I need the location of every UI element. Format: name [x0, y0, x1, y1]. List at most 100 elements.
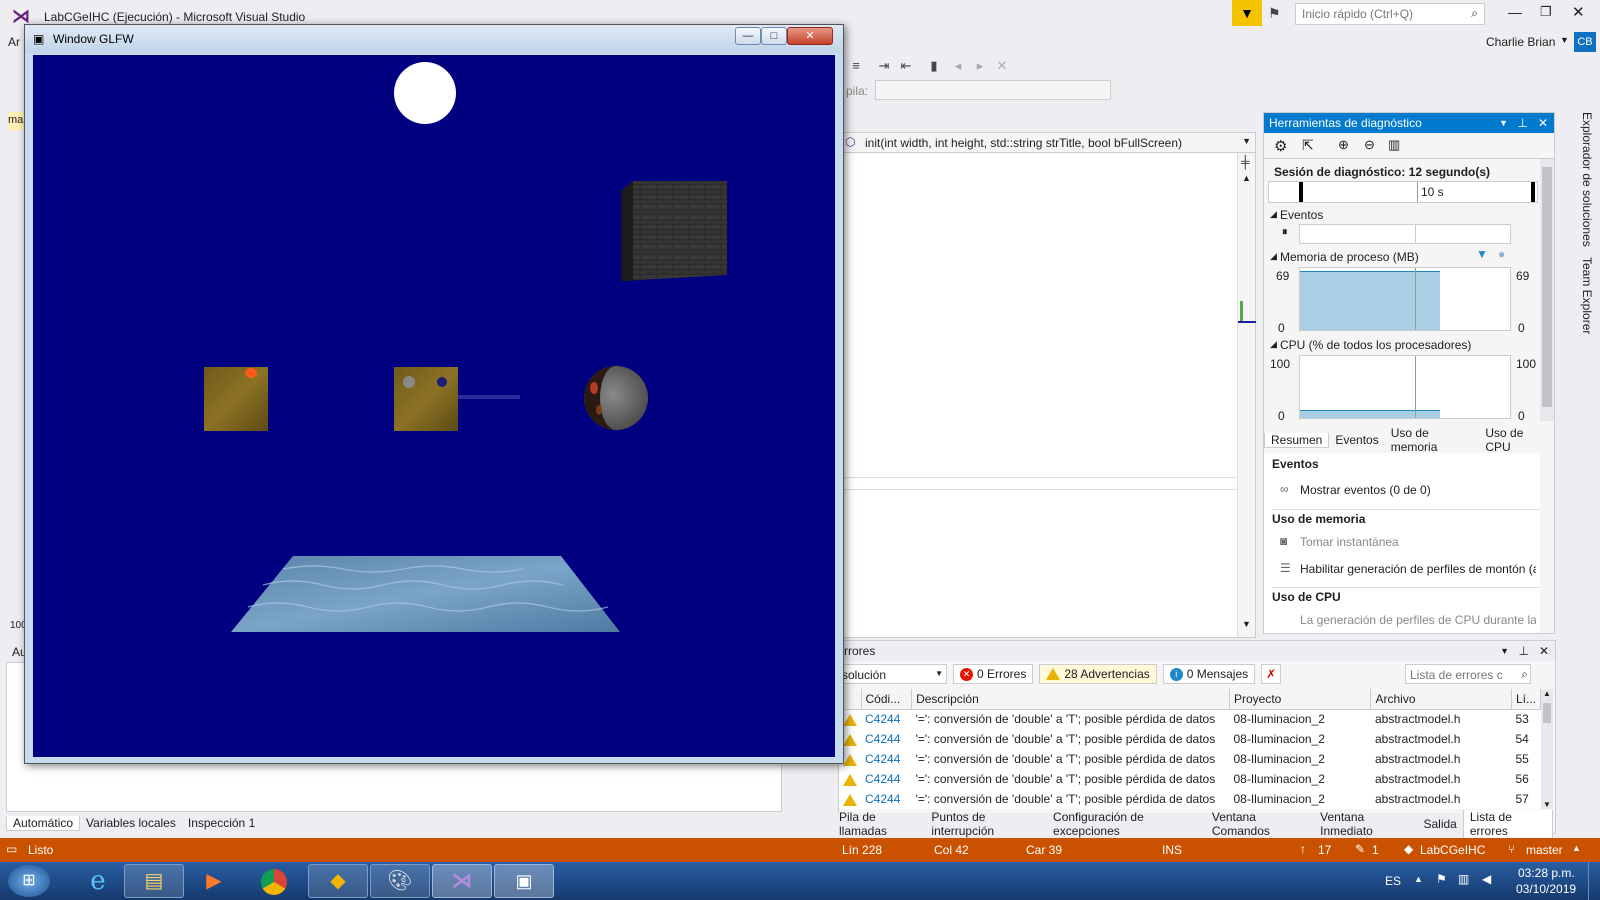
glfw-render-canvas[interactable]: [33, 55, 835, 757]
chrome-icon[interactable]: [246, 864, 302, 898]
filter-clear-icon[interactable]: ✗: [1261, 664, 1282, 684]
side-tab-team-explorer[interactable]: Team Explorer: [1580, 257, 1594, 334]
chevron-down-icon[interactable]: ▼: [1500, 641, 1509, 661]
feedback-icon[interactable]: ⚑: [1268, 5, 1281, 22]
repo-icon[interactable]: ◆: [1404, 842, 1413, 856]
close-icon[interactable]: ✕: [1538, 113, 1548, 133]
status-edit-count[interactable]: 1: [1372, 843, 1379, 857]
error-row[interactable]: C4244 '=': conversión de 'double' a 'T'; …: [839, 729, 1541, 749]
bottom-tab-right[interactable]: Ventana Comandos: [1206, 810, 1314, 838]
quick-launch-input[interactable]: Inicio rápido (Ctrl+Q) ⌕: [1295, 3, 1485, 25]
clock-time[interactable]: 03:28 p.m.: [1518, 866, 1575, 880]
restore-button[interactable]: ❐: [1540, 4, 1552, 20]
language-indicator[interactable]: ES: [1385, 874, 1401, 888]
pencil-icon[interactable]: ✎: [1355, 842, 1365, 856]
branch-icon[interactable]: ⑂: [1508, 842, 1515, 856]
side-tab-solution-explorer[interactable]: Explorador de soluciones: [1580, 112, 1594, 247]
status-repo[interactable]: LabCGeIHC: [1420, 843, 1485, 857]
split-icon[interactable]: ╪: [1241, 155, 1250, 169]
bottom-tab-left[interactable]: Variables locales: [80, 816, 182, 830]
glfw-minimize-button[interactable]: —: [735, 27, 761, 45]
start-button-icon[interactable]: ⊞: [8, 865, 50, 897]
error-search-input[interactable]: Lista de errores c ⌕: [1405, 664, 1531, 684]
visual-studio-icon[interactable]: ⋊: [432, 864, 492, 898]
pause-icon[interactable]: ⏸: [1282, 226, 1288, 239]
bottom-tab-left[interactable]: Inspección 1: [182, 816, 261, 830]
bookmark-clear-icon[interactable]: ✕: [994, 58, 1010, 74]
glfw-maximize-button[interactable]: □: [761, 27, 787, 45]
chevron-up-icon[interactable]: ▲: [1572, 843, 1581, 853]
error-row[interactable]: C4244 '=': conversión de 'double' a 'T'; …: [839, 749, 1541, 769]
close-icon[interactable]: ✕: [1539, 641, 1549, 661]
session-timeline[interactable]: 10 s: [1268, 181, 1538, 203]
function-nav-bar[interactable]: ⬡ init(int width, int height, std::strin…: [839, 133, 1255, 153]
col-description[interactable]: Descripción: [911, 689, 1230, 710]
error-row[interactable]: C4244 '=': conversión de 'double' a 'T'; …: [839, 769, 1541, 789]
collapse-events-icon[interactable]: ◢: [1270, 209, 1277, 220]
bookmark-prev-icon[interactable]: ◂: [950, 58, 966, 74]
show-desktop-button[interactable]: [1588, 862, 1600, 900]
messages-filter-button[interactable]: i 0 Mensajes: [1162, 664, 1256, 684]
pin-icon[interactable]: ⊥: [1519, 641, 1529, 661]
scroll-up-icon[interactable]: ▲: [1242, 173, 1251, 183]
status-branch[interactable]: master: [1526, 843, 1563, 857]
outdent-icon[interactable]: ⇤: [898, 58, 914, 74]
export-icon[interactable]: ⇱: [1302, 137, 1314, 154]
volume-icon[interactable]: ◀: [1482, 872, 1491, 886]
error-scrollbar[interactable]: ▲ ▼: [1541, 689, 1553, 809]
bookmark-next-icon[interactable]: ▸: [972, 58, 988, 74]
network-icon[interactable]: ▥: [1458, 872, 1469, 886]
close-button[interactable]: ✕: [1572, 3, 1585, 21]
error-scroll-thumb[interactable]: [1543, 703, 1551, 723]
glfw-title-bar[interactable]: ▣ Window GLFW — □ ✕: [25, 25, 843, 53]
bottom-tab-right[interactable]: Pila de llamadas: [833, 810, 925, 838]
scroll-up-icon[interactable]: ▲: [1543, 689, 1551, 698]
error-row[interactable]: C4244 '=': conversión de 'double' a 'T'; …: [839, 789, 1541, 809]
bottom-tab-right[interactable]: Ventana Inmediato: [1314, 810, 1417, 838]
paint-icon[interactable]: 🎨︎: [370, 864, 430, 898]
filter-icon[interactable]: ▼: [1232, 0, 1262, 26]
menu-fragment[interactable]: Ar: [8, 35, 20, 49]
explorer-icon[interactable]: ▤: [124, 864, 184, 898]
collapse-memory-icon[interactable]: ◢: [1270, 251, 1277, 262]
indent-icon[interactable]: ⇥: [876, 58, 892, 74]
flag-icon[interactable]: ⚑: [1436, 872, 1447, 886]
diagnostics-tab[interactable]: Eventos: [1329, 433, 1384, 447]
pin-icon[interactable]: ⊥: [1518, 113, 1528, 133]
glfw-close-button[interactable]: ✕: [787, 27, 833, 45]
col-file[interactable]: Archivo: [1370, 689, 1512, 710]
errors-filter-button[interactable]: ✕ 0 Errores: [953, 664, 1034, 684]
push-icon[interactable]: ↑: [1300, 842, 1306, 856]
show-events-link[interactable]: Mostrar eventos (0 de 0): [1300, 483, 1431, 497]
scope-select[interactable]: solución ▼: [839, 664, 947, 684]
warnings-filter-button[interactable]: 28 Advertencias: [1039, 664, 1157, 684]
col-project[interactable]: Proyecto: [1229, 689, 1372, 710]
bottom-tab-right[interactable]: Configuración de excepciones: [1047, 810, 1206, 838]
bottom-tab-right[interactable]: Salida: [1418, 817, 1463, 831]
diagnostics-tab[interactable]: Resumen: [1264, 432, 1330, 448]
code-editor[interactable]: ⬡ init(int width, int height, std::strin…: [838, 132, 1256, 638]
glfw-app-icon[interactable]: ▣: [494, 864, 554, 898]
col-line[interactable]: Lí...: [1511, 689, 1541, 710]
clock-date[interactable]: 03/10/2019: [1516, 882, 1576, 896]
bookmark-icon[interactable]: ▮: [926, 58, 942, 74]
ie-icon[interactable]: e: [70, 864, 126, 898]
user-avatar[interactable]: CB: [1574, 32, 1596, 52]
chevron-down-icon[interactable]: ▼: [1499, 113, 1508, 133]
bottom-tab-right[interactable]: Lista de errores: [1462, 809, 1553, 839]
zoom-in-icon[interactable]: ⊕: [1338, 137, 1349, 153]
scroll-down-icon[interactable]: ▼: [1242, 619, 1251, 629]
minimize-button[interactable]: —: [1508, 4, 1522, 20]
chart-icon[interactable]: ▥: [1388, 137, 1400, 153]
chevron-down-icon[interactable]: ▼: [1242, 136, 1251, 146]
media-player-icon[interactable]: ▶: [186, 864, 242, 898]
diag-scroll-thumb[interactable]: [1542, 167, 1552, 407]
bottom-tab-left[interactable]: Automático: [6, 815, 81, 831]
chevron-down-icon[interactable]: ▼: [1560, 35, 1569, 45]
scroll-down-icon[interactable]: ▼: [1543, 800, 1551, 809]
collapse-cpu-icon[interactable]: ◢: [1270, 339, 1277, 350]
editor-scrollbar[interactable]: ╪ ▲ ▼: [1237, 153, 1256, 637]
diag-scrollbar[interactable]: [1540, 159, 1554, 421]
enable-heap-checkbox[interactable]: Habilitar generación de perfiles de mont…: [1300, 562, 1536, 576]
gear-icon[interactable]: ⚙: [1274, 137, 1287, 155]
